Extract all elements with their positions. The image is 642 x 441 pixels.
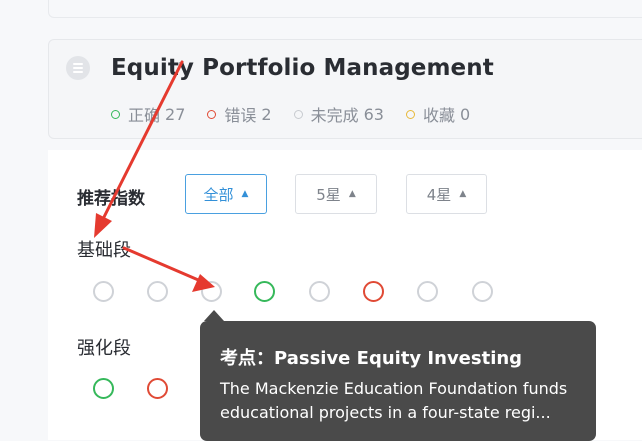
annotation-arrow-line (122, 246, 205, 284)
annotation-arrowhead (192, 274, 215, 292)
annotation-arrowhead (94, 213, 112, 238)
annotation-arrow-line (99, 60, 184, 225)
annotation-arrows-overlay (94, 60, 215, 292)
